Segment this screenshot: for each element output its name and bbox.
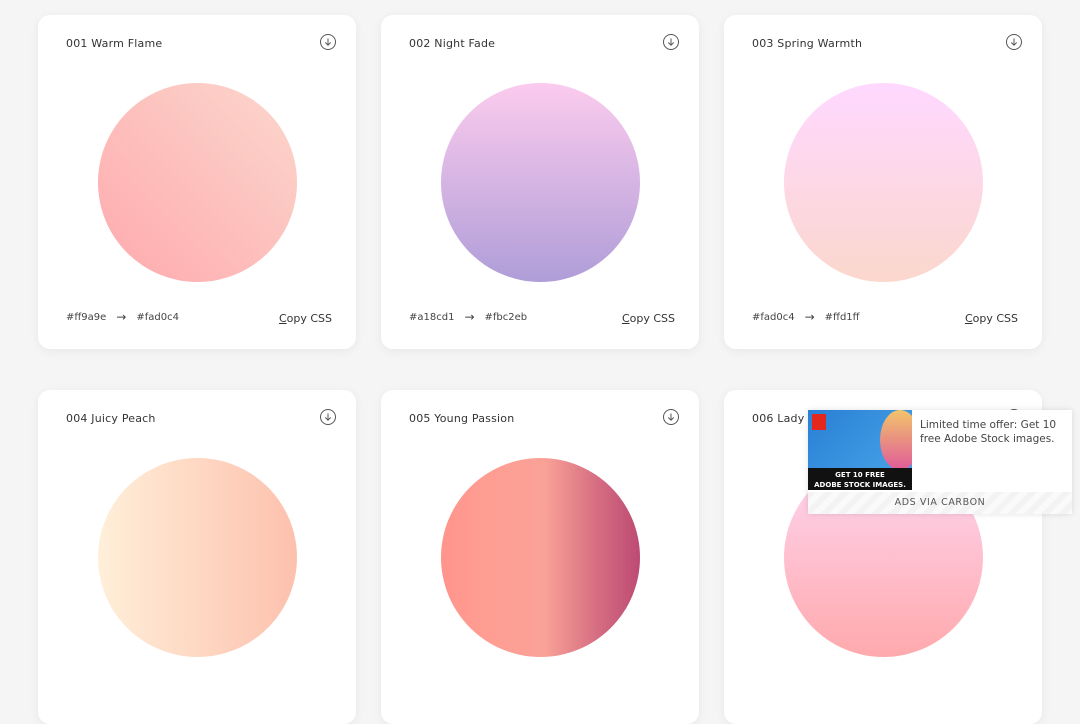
copy-css-button[interactable]: Copy CSS — [622, 312, 675, 325]
arrow-icon: → — [804, 310, 815, 324]
color-to: #ffd1ff — [824, 311, 860, 323]
color-from: #a18cd1 — [409, 311, 455, 323]
gradient-colors: #fad0c4 → #ffd1ff — [752, 310, 860, 324]
gradient-name: 004 Juicy Peach — [66, 412, 156, 425]
ads-via-carbon-link[interactable]: ADS VIA CARBON — [808, 492, 1072, 514]
arrow-icon: → — [464, 310, 475, 324]
download-icon[interactable] — [320, 34, 336, 50]
gradient-preview — [98, 458, 297, 657]
color-from: #ff9a9e — [66, 311, 107, 323]
arrow-icon: → — [116, 310, 127, 324]
ad-image-caption: GET 10 FREE ADOBE STOCK IMAGES. — [808, 468, 912, 490]
gradient-name: 002 Night Fade — [409, 37, 496, 50]
gradient-preview — [441, 458, 640, 657]
color-to: #fbc2eb — [484, 311, 528, 323]
gradient-card[interactable]: 005 Young Passion — [381, 390, 699, 724]
adobe-logo-icon — [812, 414, 826, 430]
gradient-name: 003 Spring Warmth — [752, 37, 863, 50]
download-icon[interactable] — [1006, 34, 1022, 50]
gradient-name: 005 Young Passion — [409, 412, 515, 425]
gradient-colors: #a18cd1 → #fbc2eb — [409, 310, 527, 324]
download-icon[interactable] — [663, 409, 679, 425]
ad-image[interactable]: GET 10 FREE ADOBE STOCK IMAGES. — [808, 410, 912, 490]
gradient-preview — [784, 83, 983, 282]
copy-css-button[interactable]: Copy CSS — [279, 312, 332, 325]
gradient-card[interactable]: 002 Night Fade #a18cd1 → #fbc2eb Copy CS… — [381, 15, 699, 349]
carbon-ad[interactable]: GET 10 FREE ADOBE STOCK IMAGES. Limited … — [808, 410, 1072, 514]
ad-illustration — [880, 410, 912, 470]
color-to: #fad0c4 — [136, 311, 179, 323]
download-icon[interactable] — [320, 409, 336, 425]
ad-text[interactable]: Limited time offer: Get 10 free Adobe St… — [920, 418, 1066, 446]
download-icon[interactable] — [663, 34, 679, 50]
gradient-card[interactable]: 003 Spring Warmth #fad0c4 → #ffd1ff Copy… — [724, 15, 1042, 349]
gradient-colors: #ff9a9e → #fad0c4 — [66, 310, 179, 324]
gradient-card[interactable]: 001 Warm Flame #ff9a9e → #fad0c4 Copy CS… — [38, 15, 356, 349]
gradient-preview — [98, 83, 297, 282]
copy-css-button[interactable]: Copy CSS — [965, 312, 1018, 325]
gradient-card[interactable]: 004 Juicy Peach — [38, 390, 356, 724]
gradient-preview — [441, 83, 640, 282]
color-from: #fad0c4 — [752, 311, 795, 323]
gradient-name: 001 Warm Flame — [66, 37, 163, 50]
